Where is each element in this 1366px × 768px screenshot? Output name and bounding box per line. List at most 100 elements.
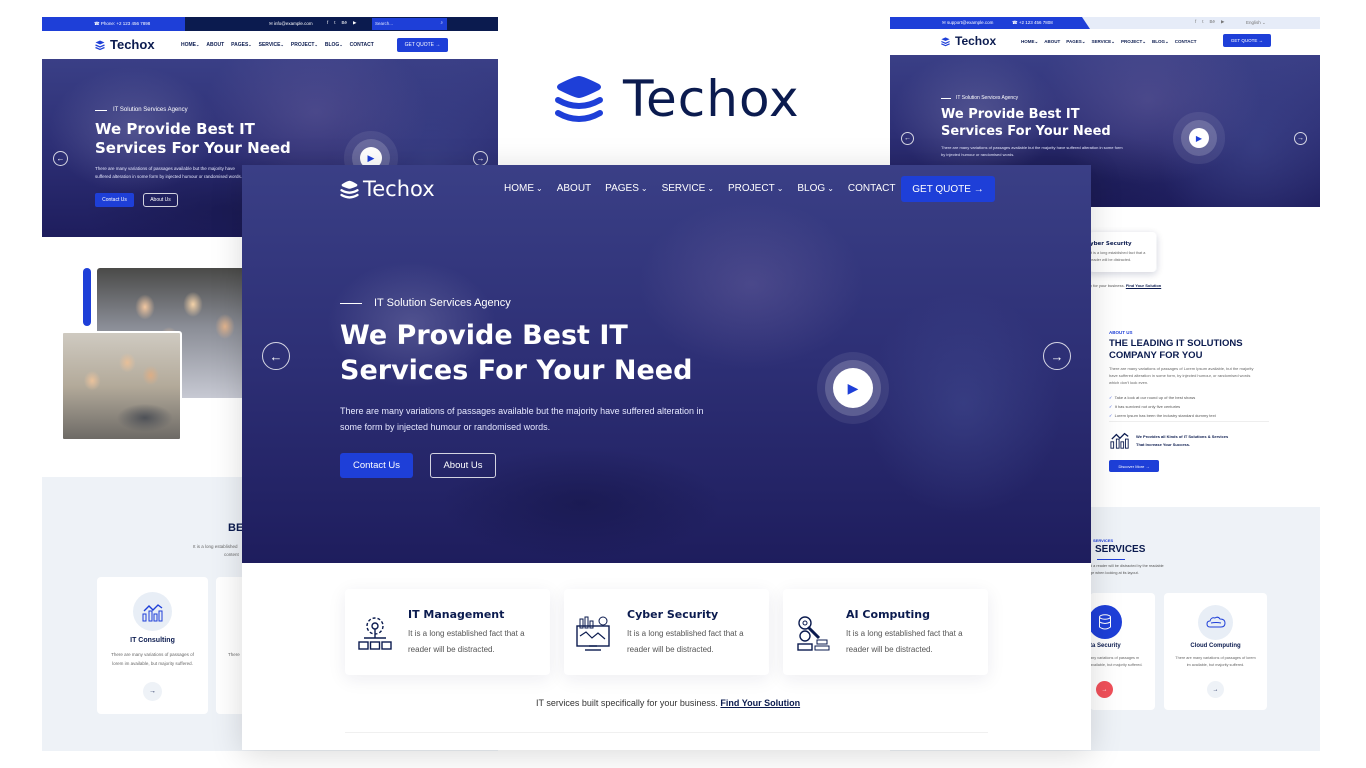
- arrow-right-icon: →: [1145, 463, 1150, 469]
- main-hero-play-button[interactable]: ▶: [833, 368, 873, 408]
- left-contact-us-button[interactable]: Contact Us: [95, 193, 134, 207]
- right-feature-card-cyber[interactable]: yber Security It is a long established f…: [1090, 232, 1156, 272]
- right-service-card-cloud[interactable]: Cloud Computing There are many variation…: [1164, 593, 1267, 710]
- left-nav-project[interactable]: PROJECT⌄: [291, 42, 318, 48]
- left-search-input[interactable]: Search... ⌕: [372, 18, 447, 30]
- feature-title: IT Management: [408, 608, 505, 621]
- right-nav-project[interactable]: PROJECT⌄: [1121, 39, 1146, 45]
- left-nav-blog[interactable]: BLOG⌄: [325, 42, 343, 48]
- chevron-down-icon: ⌄: [314, 42, 318, 47]
- left-nav-pages[interactable]: PAGES⌄: [231, 42, 252, 48]
- language-select[interactable]: English ⌄: [1246, 20, 1266, 26]
- right-topbar-email[interactable]: ✉ support@example.com: [942, 20, 993, 26]
- main-hero-next-arrow[interactable]: →: [1043, 342, 1071, 370]
- cyber-security-icon: [574, 614, 614, 654]
- feature-card-it-management[interactable]: IT Management It is a long established f…: [345, 589, 550, 675]
- right-topbar: ✉ support@example.com ☎ +2 123 456 7808 …: [890, 17, 1320, 29]
- left-logo[interactable]: Techox: [94, 37, 155, 52]
- left-nav-about[interactable]: ABOUT: [206, 42, 224, 48]
- behance-icon[interactable]: Bē: [342, 20, 348, 26]
- right-service-arrow-active[interactable]: →: [1096, 681, 1113, 698]
- left-topbar-email[interactable]: ✉ info@example.com: [269, 21, 313, 27]
- left-nav-service[interactable]: SERVICE⌄: [259, 42, 284, 48]
- left-topbar-phone: ☎ Phone: +2 123 456 7898: [94, 21, 151, 26]
- main-hero-prev-arrow[interactable]: ←: [262, 342, 290, 370]
- main-logo[interactable]: Techox: [340, 177, 435, 201]
- right-social-icons: f t Bē ▶: [1195, 19, 1225, 25]
- left-social-icons: f t Bē ▶: [327, 20, 357, 26]
- feature-card-ai-computing[interactable]: AI Computing It is a long established fa…: [783, 589, 988, 675]
- main-about-us-button[interactable]: About Us: [430, 453, 496, 478]
- main-preview-page: Techox HOME ⌄ ABOUT PAGES ⌄ SERVICE ⌄ PROJE…: [242, 165, 1091, 750]
- left-service-card-arrow[interactable]: →: [143, 682, 162, 701]
- chevron-down-icon: ⌄: [1165, 39, 1169, 44]
- section-divider: [345, 732, 988, 733]
- right-get-quote-button[interactable]: GET QUOTE →: [1223, 34, 1271, 47]
- decor-bar-blue: [83, 268, 91, 326]
- main-nav-service[interactable]: SERVICE ⌄: [662, 183, 714, 194]
- main-nav-home[interactable]: HOME ⌄: [504, 183, 543, 194]
- arrow-left-icon: ←: [269, 348, 283, 364]
- main-get-quote-button[interactable]: GET QUOTE →: [901, 176, 995, 202]
- right-nav-about[interactable]: ABOUT: [1044, 39, 1060, 45]
- right-nav-contact[interactable]: CONTACT: [1175, 39, 1197, 45]
- twitter-icon[interactable]: t: [334, 20, 335, 26]
- cloud-computing-icon: [1205, 616, 1226, 627]
- feature-title: Cyber Security: [627, 608, 719, 621]
- search-icon[interactable]: ⌕: [440, 20, 443, 25]
- left-nav-contact[interactable]: CONTACT: [350, 42, 374, 48]
- right-nav-blog[interactable]: BLOG⌄: [1152, 39, 1169, 45]
- it-consulting-icon: [142, 603, 162, 621]
- heading-underline: [1097, 559, 1125, 560]
- main-nav-blog[interactable]: BLOG ⌄: [797, 183, 834, 194]
- chevron-down-icon: ⌄: [1142, 39, 1146, 44]
- left-nav-home[interactable]: HOME⌄: [181, 42, 199, 48]
- right-hero-play-button[interactable]: ▶: [1189, 128, 1209, 148]
- left-hero-next-arrow[interactable]: →: [473, 151, 488, 166]
- main-nav-pages[interactable]: PAGES ⌄: [605, 183, 647, 194]
- chevron-down-icon: ⌄: [1081, 39, 1086, 44]
- left-get-quote-button[interactable]: GET QUOTE →: [397, 38, 448, 52]
- right-nav-service[interactable]: SERVICE⌄: [1091, 39, 1114, 45]
- behance-icon[interactable]: Bē: [1210, 19, 1216, 25]
- facebook-icon[interactable]: f: [327, 20, 328, 26]
- discover-more-button[interactable]: Discover More →: [1109, 460, 1159, 472]
- left-topbar-dark: ✉ info@example.com f t Bē ▶ Search... ⌕: [185, 17, 498, 31]
- solutions-chart-icon: [1109, 430, 1131, 450]
- right-service-arrow[interactable]: →: [1207, 681, 1224, 698]
- left-hero-tagline: IT Solution Services Agency: [95, 107, 188, 113]
- ai-computing-icon: [793, 614, 833, 654]
- find-your-solution-link[interactable]: Find Your Solution: [720, 698, 800, 708]
- right-nav-pages[interactable]: PAGES⌄: [1066, 39, 1085, 45]
- twitter-icon[interactable]: t: [1202, 19, 1203, 25]
- main-nav-contact[interactable]: CONTACT: [848, 183, 896, 194]
- right-logo[interactable]: Techox: [940, 34, 996, 48]
- feature-text: It is a long established fact that a rea…: [846, 629, 963, 654]
- arrow-right-icon: →: [1050, 348, 1064, 364]
- main-contact-us-button[interactable]: Contact Us: [340, 453, 413, 478]
- right-hero-prev-arrow[interactable]: ←: [901, 132, 914, 145]
- youtube-icon[interactable]: ▶: [353, 20, 356, 26]
- youtube-icon[interactable]: ▶: [1221, 19, 1224, 25]
- find-your-solution-link[interactable]: Find Your Solution: [1126, 283, 1161, 288]
- left-service-card[interactable]: IT Consulting There are many variations …: [97, 577, 208, 714]
- left-about-us-button[interactable]: About Us: [143, 193, 178, 207]
- checklist-item: ✓ Take a look at our round up of the bes…: [1109, 395, 1196, 400]
- facebook-icon[interactable]: f: [1195, 19, 1196, 25]
- right-topbar-phone[interactable]: ☎ +2 123 456 7808: [1012, 20, 1053, 26]
- center-brand-logo: Techox: [553, 68, 853, 130]
- main-nav-about[interactable]: ABOUT: [557, 183, 591, 194]
- left-hero-prev-arrow[interactable]: ←: [53, 151, 68, 166]
- main-nav-project[interactable]: PROJECT ⌄: [728, 183, 783, 194]
- right-nav-home[interactable]: HOME⌄: [1021, 39, 1038, 45]
- about-description: There are many variations of passages of…: [1109, 366, 1254, 385]
- right-services-eyebrow: SERVICES: [1093, 538, 1114, 543]
- chevron-down-icon: ⌄: [1111, 39, 1115, 44]
- feature-card-cyber-security[interactable]: Cyber Security It is a long established …: [564, 589, 769, 675]
- chevron-down-icon: ⌄: [640, 184, 648, 193]
- right-hero-next-arrow[interactable]: →: [1294, 132, 1307, 145]
- checklist-item: ✓ It has survived not only five centurie…: [1109, 404, 1181, 409]
- right-service-card-data-security[interactable]: ta Security any variations of passages m…: [1090, 593, 1155, 710]
- divider: [1109, 421, 1269, 422]
- about-highlight: We Provides all Kinds of IT Solutions & …: [1136, 434, 1229, 447]
